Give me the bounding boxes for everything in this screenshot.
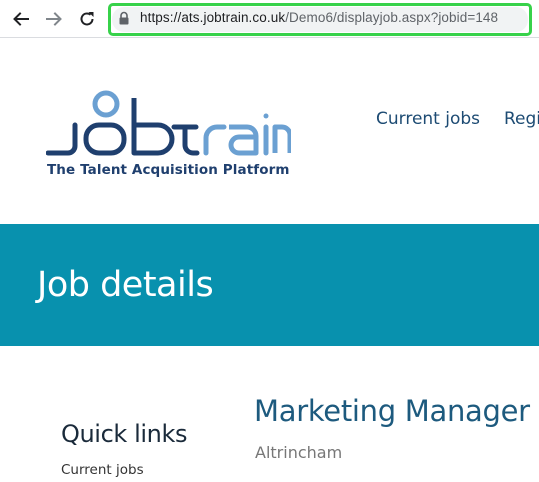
job-title: Marketing Manager: [254, 394, 530, 428]
lock-icon[interactable]: [118, 11, 130, 26]
nav-register[interactable]: Regi: [504, 109, 539, 129]
forward-arrow-icon: [46, 12, 62, 26]
logo-tagline: The Talent Acquisition Platform: [47, 162, 290, 178]
url-host: https://ats.jobtrain.co.uk: [140, 10, 286, 25]
address-bar-url[interactable]: https://ats.jobtrain.co.uk/Demo6/display…: [140, 10, 498, 25]
nav-current-jobs[interactable]: Current jobs: [376, 109, 480, 129]
quick-links-heading: Quick links: [61, 420, 188, 448]
job-location: Altrincham: [255, 443, 343, 462]
back-button[interactable]: [9, 8, 33, 30]
quick-link-current-jobs[interactable]: Current jobs: [61, 462, 144, 478]
reload-icon: [80, 12, 94, 26]
forward-button[interactable]: [42, 8, 66, 30]
browser-toolbar: https://ats.jobtrain.co.uk/Demo6/display…: [0, 0, 539, 38]
page-title: Job details: [37, 265, 214, 305]
reload-button[interactable]: [75, 8, 99, 30]
back-arrow-icon: [13, 12, 29, 26]
url-path: /Demo6/displayjob.aspx?jobid=148: [285, 10, 499, 25]
